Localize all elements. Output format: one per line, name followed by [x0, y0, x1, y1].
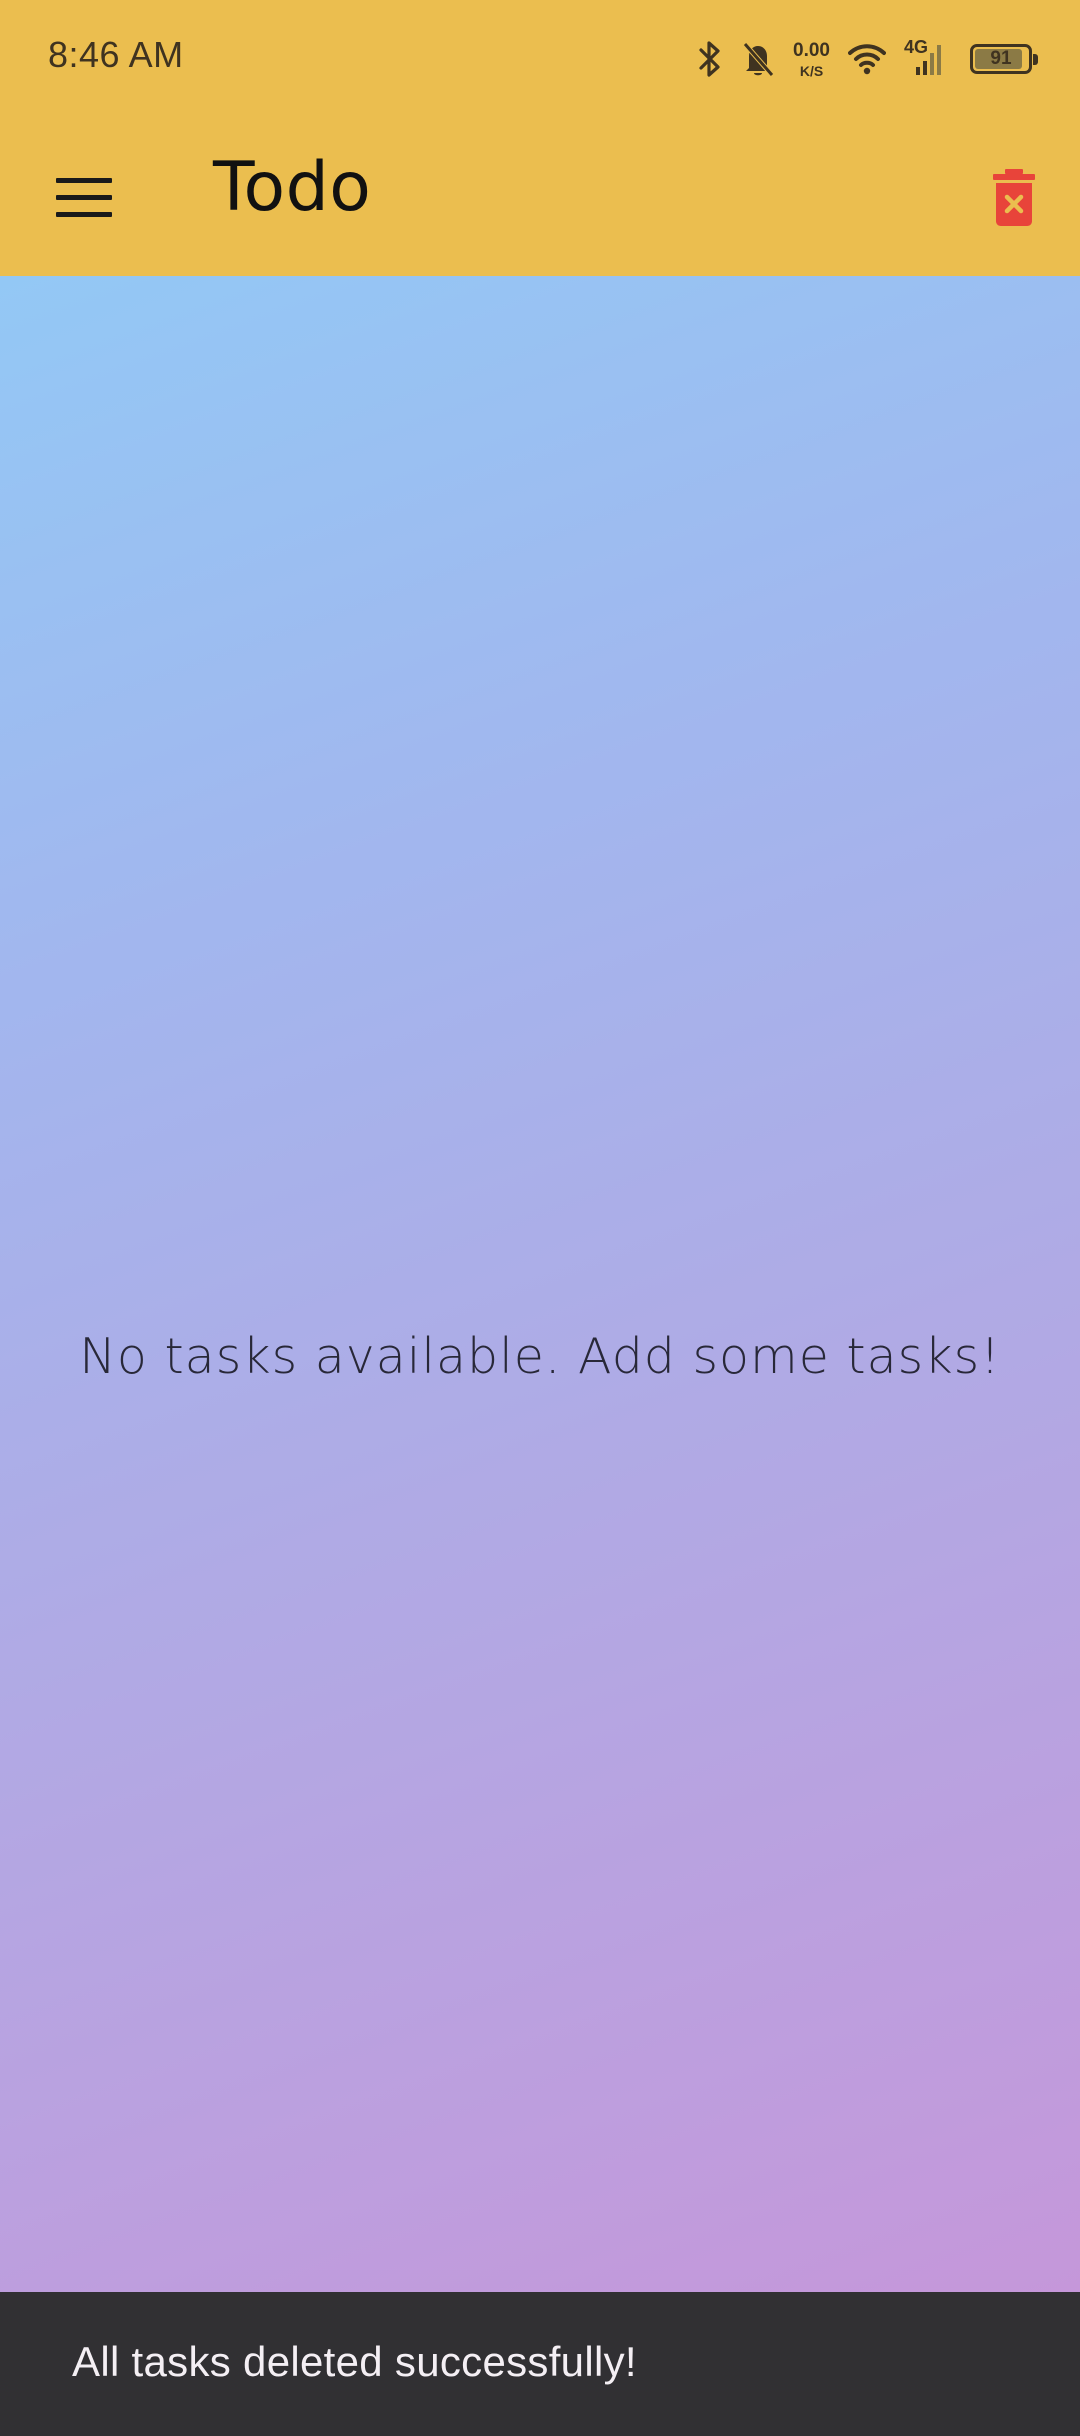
battery-level: 91: [990, 48, 1012, 69]
status-icons: 0.00 K/S 4G 91: [697, 34, 1038, 84]
delete-forever-icon: [992, 169, 1036, 227]
menu-button[interactable]: [40, 158, 128, 238]
snackbar-message: All tasks deleted successfully!: [72, 2338, 637, 2385]
bell-off-icon: [741, 35, 775, 83]
task-list-area: No tasks available. Add some tasks!: [0, 276, 1080, 2436]
signal-icon: 4G: [904, 35, 948, 83]
wifi-icon: [848, 35, 886, 83]
network-type: 4G: [904, 37, 929, 57]
app-title: Todo: [213, 148, 372, 227]
delete-all-button[interactable]: [972, 156, 1056, 240]
network-speed-unit: K/S: [799, 62, 824, 79]
menu-icon: [56, 176, 112, 220]
snackbar: All tasks deleted successfully!: [0, 2292, 1080, 2436]
status-bar: 8:46 AM 0.00 K/S 4G 91: [0, 0, 1080, 120]
status-time: 8:46 AM: [48, 34, 184, 75]
network-speed: 0.00 K/S: [793, 35, 830, 83]
app-bar: Todo: [0, 120, 1080, 276]
network-speed-value: 0.00: [793, 39, 830, 61]
screen: 8:46 AM 0.00 K/S 4G 91 Todo No tasks ava…: [0, 0, 1080, 2436]
bluetooth-icon: [697, 35, 723, 83]
empty-state-message: No tasks available. Add some tasks!: [79, 1328, 1001, 1385]
battery-icon: 91: [970, 44, 1038, 74]
